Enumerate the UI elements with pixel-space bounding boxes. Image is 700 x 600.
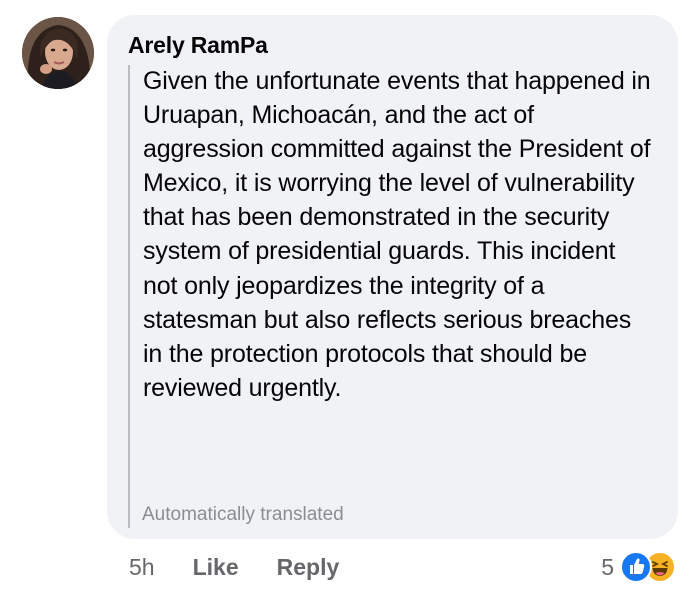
reaction-count: 5 bbox=[601, 553, 614, 580]
author-name[interactable]: Arely RamPa bbox=[128, 32, 268, 59]
timestamp[interactable]: 5h bbox=[129, 554, 155, 581]
comment-bubble: Arely RamPa Given the unfortunate events… bbox=[107, 15, 678, 539]
translation-quote-bar bbox=[128, 65, 130, 528]
like-button[interactable]: Like bbox=[193, 554, 239, 581]
avatar[interactable] bbox=[22, 17, 94, 89]
translation-note[interactable]: Automatically translated bbox=[142, 504, 344, 526]
like-icon bbox=[620, 551, 652, 583]
comment-text: Given the unfortunate events that happen… bbox=[143, 67, 651, 402]
reaction-icons bbox=[620, 550, 680, 584]
reply-button[interactable]: Reply bbox=[277, 554, 340, 581]
avatar-photo bbox=[22, 17, 94, 89]
comment-actions: 5h Like Reply bbox=[129, 550, 377, 584]
reactions-summary[interactable]: 5 bbox=[601, 549, 680, 585]
